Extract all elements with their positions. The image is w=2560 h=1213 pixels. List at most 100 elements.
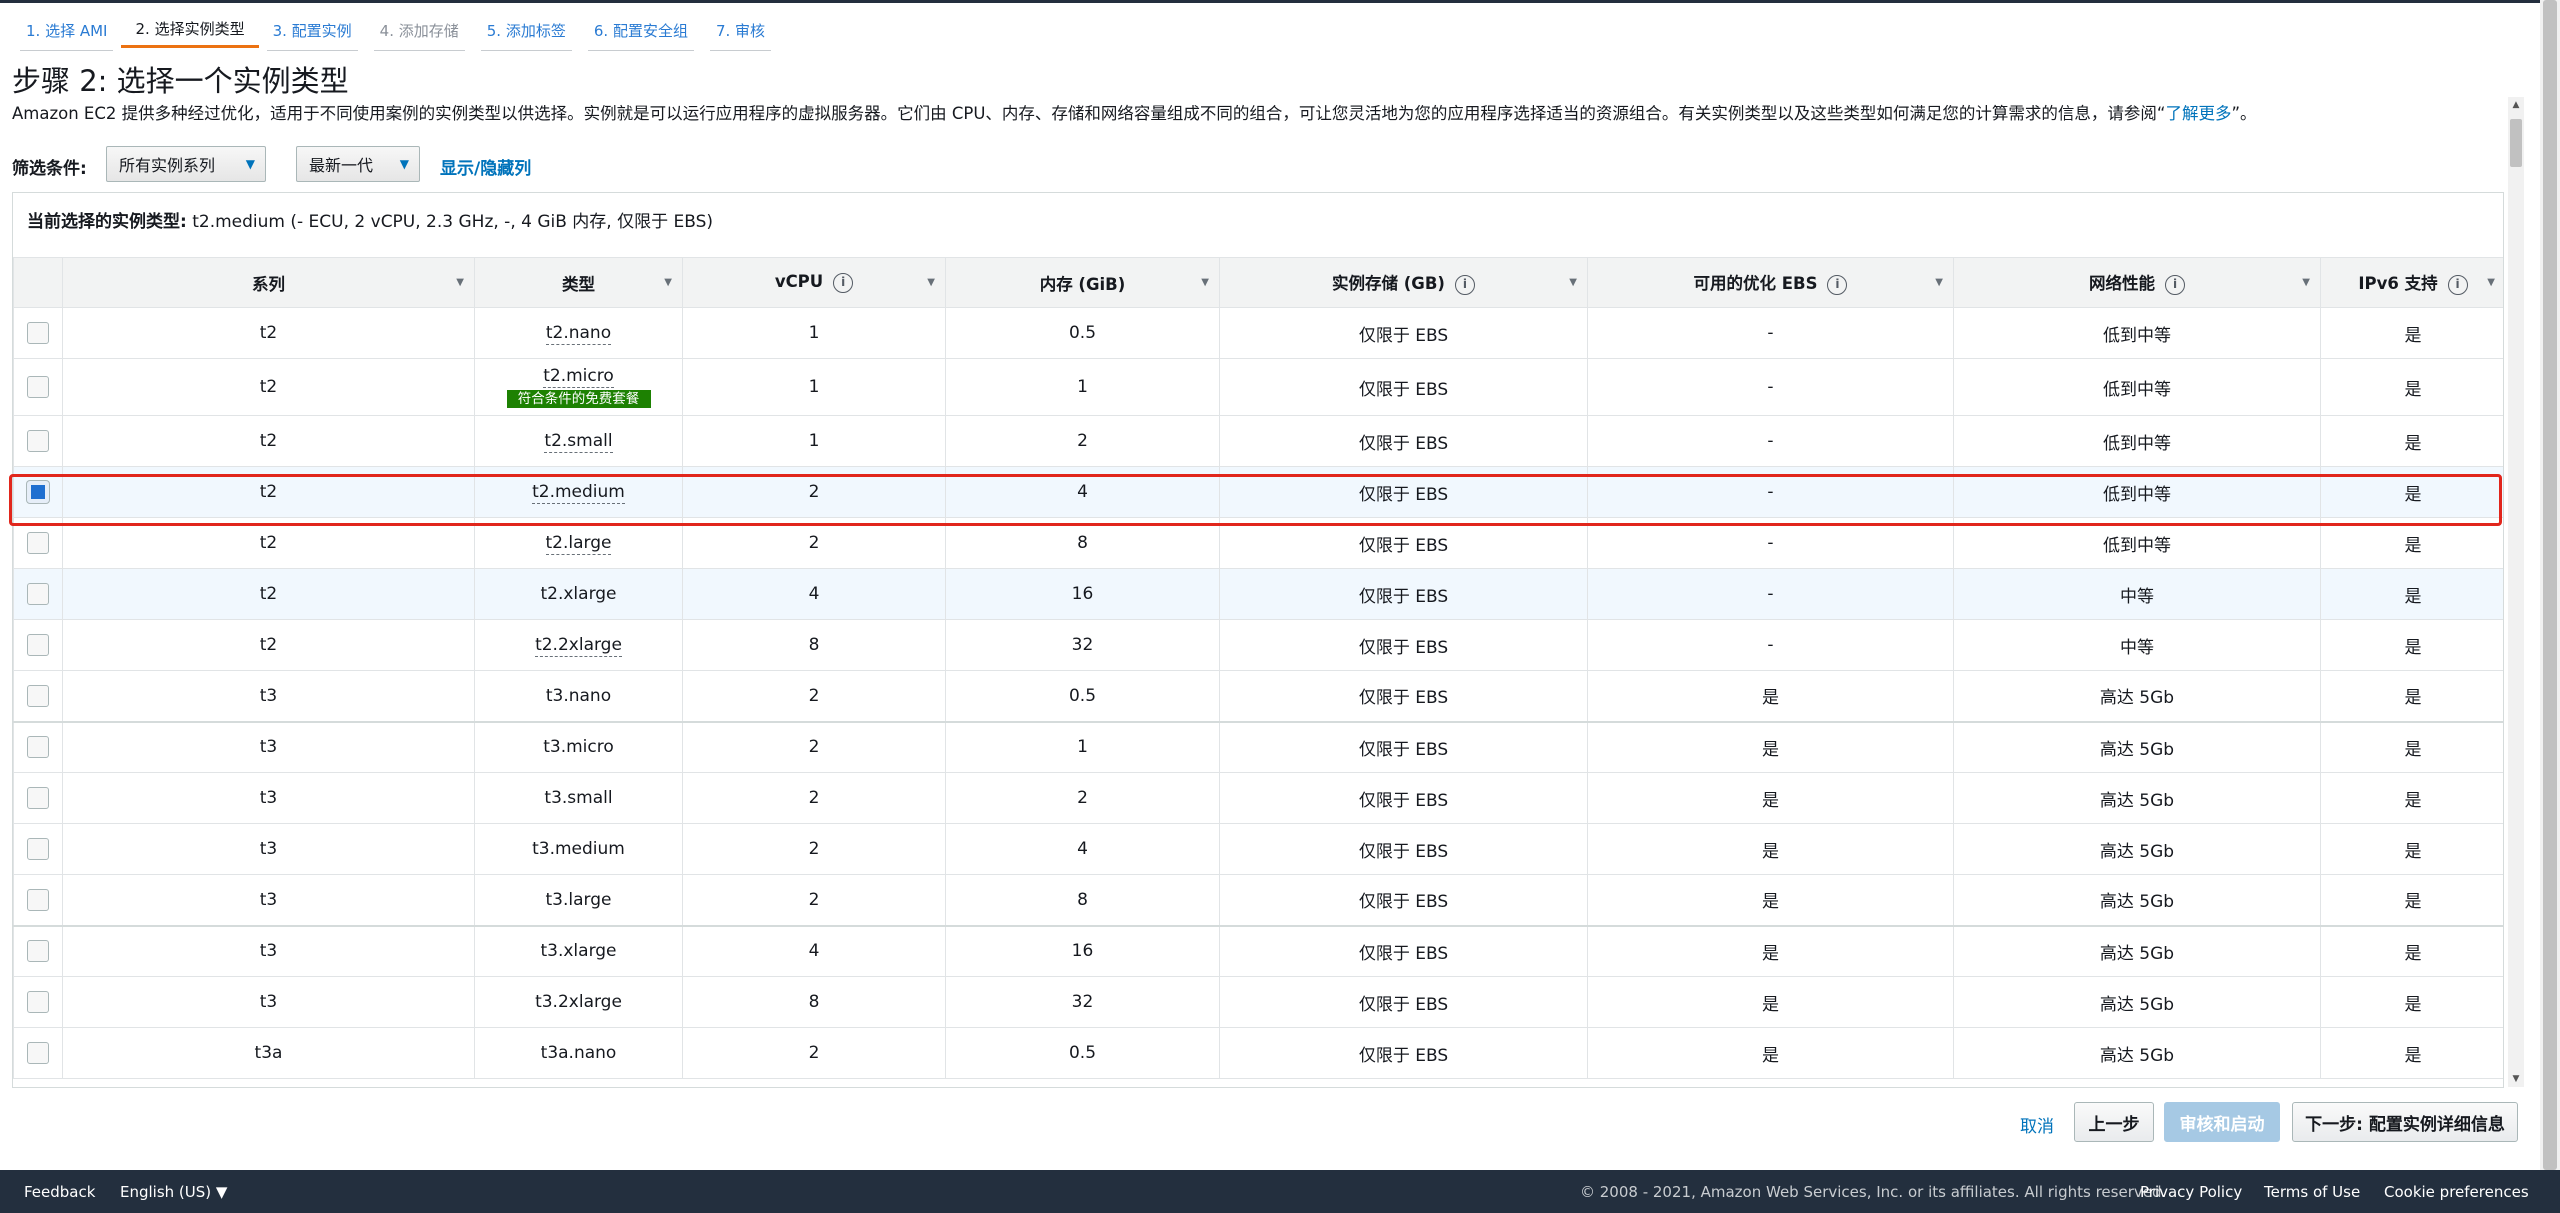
cookie-preferences-link[interactable]: Cookie preferences (2384, 1183, 2529, 1201)
header-memory[interactable]: 内存 (GiB) ▼ (945, 257, 1220, 308)
instance-type-name[interactable]: t3.2xlarge (535, 992, 622, 1012)
instance-type-name[interactable]: t3.small (544, 788, 612, 808)
language-selector[interactable]: English (US) ▼ (120, 1183, 227, 1201)
header-type[interactable]: 类型 ▼ (474, 257, 683, 308)
header-storage[interactable]: 实例存储 (GB) i ▼ (1219, 257, 1588, 308)
table-row[interactable]: t3 t3.large 2 8 仅限于 EBS 是 高达 5Gb 是 (13, 874, 2503, 926)
table-row[interactable]: t3 t3.xlarge 4 16 仅限于 EBS 是 高达 5Gb 是 (13, 924, 2503, 977)
tab-choose-ami[interactable]: 1. 选择 AMI (12, 12, 121, 51)
privacy-policy-link[interactable]: Privacy Policy (2140, 1183, 2242, 1201)
instance-type-name[interactable]: t2.medium (532, 482, 625, 504)
instance-type-name[interactable]: t2.nano (545, 323, 612, 345)
scroll-up-arrow-icon[interactable]: ▲ (2508, 97, 2524, 113)
tab-review[interactable]: 7. 审核 (702, 12, 779, 51)
tab-configure-security-group[interactable]: 6. 配置安全组 (580, 12, 702, 51)
row-checkbox[interactable] (27, 532, 49, 554)
instance-type-name[interactable]: t2.small (544, 431, 613, 453)
row-checkbox[interactable] (27, 583, 49, 605)
instance-type-name[interactable]: t2.2xlarge (535, 635, 622, 657)
filter-label: 筛选条件: (12, 159, 87, 179)
feedback-link[interactable]: Feedback (24, 1183, 95, 1201)
row-checkbox[interactable] (27, 322, 49, 344)
instance-type-name[interactable]: t2.large (545, 533, 612, 555)
tab-configure-instance[interactable]: 3. 配置实例 (259, 12, 366, 51)
cell-network: 低到中等 (1953, 358, 2321, 416)
table-row[interactable]: t2 t2.nano 1 0.5 仅限于 EBS - 低到中等 是 (13, 307, 2503, 359)
info-icon[interactable]: i (833, 272, 854, 293)
row-checkbox[interactable] (27, 736, 49, 759)
table-row[interactable]: t3 t3.2xlarge 8 32 仅限于 EBS 是 高达 5Gb 是 (13, 976, 2503, 1028)
page-scroll-thumb[interactable] (2543, 0, 2557, 1170)
table-row[interactable]: t3 t3.small 2 2 仅限于 EBS 是 高达 5Gb 是 (13, 772, 2503, 824)
previous-button[interactable]: 上一步 (2074, 1102, 2154, 1142)
row-checkbox[interactable] (27, 684, 49, 707)
instance-type-name[interactable]: t3.medium (532, 839, 625, 859)
row-checkbox[interactable] (27, 376, 49, 398)
info-icon[interactable]: i (2447, 274, 2468, 295)
row-checkbox[interactable] (27, 838, 49, 860)
cell-memory: 1 (945, 358, 1220, 416)
info-icon[interactable]: i (1827, 274, 1848, 295)
header-ebs[interactable]: 可用的优化 EBS i ▼ (1587, 257, 1954, 308)
table-row[interactable]: t2 t2.small 1 2 仅限于 EBS - 低到中等 是 (13, 415, 2503, 467)
row-checkbox[interactable] (27, 888, 49, 911)
cell-ebs: - (1587, 415, 1954, 467)
cell-memory: 32 (945, 976, 1220, 1028)
row-checkbox[interactable] (27, 991, 49, 1013)
cell-ebs: 是 (1587, 720, 1954, 773)
top-border (0, 0, 2560, 3)
table-row[interactable]: t2 t2.xlarge 4 16 仅限于 EBS - 中等 是 (13, 568, 2503, 620)
instance-type-name[interactable]: t3a.nano (541, 1043, 617, 1063)
table-row[interactable]: t3 t3.nano 2 0.5 仅限于 EBS 是 高达 5Gb 是 (13, 670, 2503, 722)
row-checkbox[interactable] (27, 787, 49, 809)
table-row[interactable]: t2 t2.micro 符合条件的免费套餐 1 1 仅限于 EBS - 低到中等 … (13, 358, 2503, 416)
row-checkbox-checked[interactable] (27, 481, 49, 503)
tab-choose-instance-type[interactable]: 2. 选择实例类型 (121, 12, 259, 48)
row-checkbox[interactable] (27, 430, 49, 452)
cell-storage: 仅限于 EBS (1219, 1027, 1588, 1079)
generation-select[interactable]: 最新一代 ▼ (296, 146, 420, 182)
table-row[interactable]: t3 t3.medium 2 4 仅限于 EBS 是 高达 5Gb 是 (13, 823, 2503, 875)
cell-storage: 仅限于 EBS (1219, 720, 1588, 773)
instance-type-name[interactable]: t3.large (546, 890, 612, 910)
header-ipv6[interactable]: IPv6 支持 i ▼ (2320, 257, 2503, 308)
cell-network: 高达 5Gb (1953, 874, 2321, 926)
instance-type-name[interactable]: t3.nano (546, 686, 611, 706)
cell-storage: 仅限于 EBS (1219, 517, 1588, 569)
table-row[interactable]: t2 t2.large 2 8 仅限于 EBS - 低到中等 是 (13, 517, 2503, 569)
row-checkbox[interactable] (27, 940, 49, 963)
instance-type-name[interactable]: t2.xlarge (540, 584, 616, 604)
cancel-link[interactable]: 取消 (2020, 1112, 2054, 1137)
show-hide-columns-link[interactable]: 显示/隐藏列 (440, 154, 531, 179)
page-description: Amazon EC2 提供多种经过优化，适用于不同使用案例的实例类型以供选择。实… (12, 100, 2257, 124)
row-checkbox[interactable] (27, 1042, 49, 1064)
header-family[interactable]: 系列 ▼ (62, 257, 475, 308)
terms-of-use-link[interactable]: Terms of Use (2264, 1183, 2360, 1201)
scroll-thumb[interactable] (2510, 119, 2522, 167)
next-configure-instance-button[interactable]: 下一步: 配置实例详细信息 (2292, 1102, 2518, 1142)
description-text: Amazon EC2 提供多种经过优化，适用于不同使用案例的实例类型以供选择。实… (12, 104, 2166, 123)
info-icon[interactable]: i (2165, 274, 2185, 295)
table-row[interactable]: t3 t3.micro 2 1 仅限于 EBS 是 高达 5Gb 是 (13, 720, 2503, 773)
table-row-selected[interactable]: t2 t2.medium 2 4 仅限于 EBS - 低到中等 是 (13, 466, 2503, 518)
header-vcpu[interactable]: vCPU i ▼ (682, 257, 946, 308)
tab-add-storage[interactable]: 4. 添加存储 (366, 12, 473, 51)
cell-storage: 仅限于 EBS (1219, 358, 1588, 416)
header-network[interactable]: 网络性能 i ▼ (1953, 257, 2321, 308)
scroll-down-arrow-icon[interactable]: ▼ (2508, 1071, 2524, 1087)
learn-more-link[interactable]: 了解更多 (2165, 104, 2231, 123)
instance-type-name[interactable]: t3.xlarge (540, 941, 616, 961)
tab-add-tags[interactable]: 5. 添加标签 (473, 12, 580, 51)
table-row[interactable]: t3a t3a.nano 2 0.5 仅限于 EBS 是 高达 5Gb 是 (13, 1027, 2503, 1079)
table-scrollbar[interactable]: ▲ ▼ (2508, 97, 2524, 1087)
cell-ipv6: 是 (2320, 466, 2503, 518)
table-row[interactable]: t2 t2.2xlarge 8 32 仅限于 EBS - 中等 是 (13, 619, 2503, 671)
instance-type-name[interactable]: t3.micro (543, 737, 614, 757)
wizard-tabs: 1. 选择 AMI 2. 选择实例类型 3. 配置实例 4. 添加存储 5. 添… (12, 12, 779, 51)
row-checkbox[interactable] (27, 634, 49, 656)
instance-type-name[interactable]: t2.micro (543, 366, 614, 388)
review-and-launch-button[interactable]: 审核和启动 (2164, 1102, 2280, 1142)
instance-family-select[interactable]: 所有实例系列 ▼ (106, 146, 266, 182)
info-icon[interactable]: i (1454, 274, 1475, 295)
page-scrollbar[interactable] (2540, 0, 2560, 1170)
